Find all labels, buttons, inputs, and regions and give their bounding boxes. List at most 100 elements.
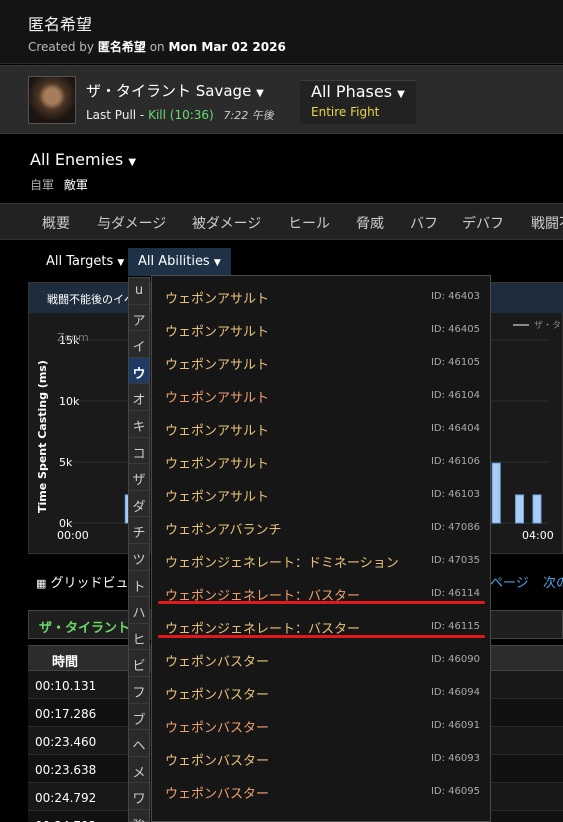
report-author[interactable]: 匿名希望 xyxy=(98,40,146,54)
caret-down-icon: ▼ xyxy=(213,258,221,268)
caret-down-icon: ▼ xyxy=(256,88,264,99)
last-pull: Last Pull - Kill (10:36) 7:22 午後 xyxy=(86,107,274,123)
tab-healing[interactable]: ヒール xyxy=(288,213,330,233)
ability-option[interactable]: ウェポンバスター ID: 46093 xyxy=(152,740,490,773)
y-tick-label: 10k xyxy=(59,395,80,408)
letter-index-item[interactable]: チ xyxy=(129,517,149,544)
grid-view-label: グリッドビュ xyxy=(50,576,129,591)
ability-id: ID: 46095 xyxy=(430,786,480,797)
grid-icon: ▦ xyxy=(36,577,47,590)
caret-down-icon: ▼ xyxy=(117,258,125,268)
tab-deaths[interactable]: 戦闘不 xyxy=(531,213,563,233)
report-header: 匿名希望 Created by 匿名希望 on Mon Mar 02 2026 xyxy=(0,0,563,64)
ability-id: ID: 46104 xyxy=(430,390,480,401)
enemies-selector[interactable]: All Enemies ▼ xyxy=(30,150,136,169)
ability-name: ウェポンジェネレート：ドミネーション xyxy=(165,556,399,571)
letter-index-item[interactable]: ザ xyxy=(129,464,149,491)
ability-option[interactable]: ウェポンジェネレート：ドミネーション ID: 47035 xyxy=(152,542,490,575)
ability-option[interactable]: ウェポンアサルト ID: 46403 xyxy=(152,278,490,311)
boss-selector[interactable]: ザ・タイラント Savage ▼ xyxy=(86,80,264,101)
ability-name: ウェポンバスター xyxy=(165,655,270,670)
pull-prefix: Last Pull - xyxy=(86,108,149,122)
letter-index-item[interactable]: ハ xyxy=(129,597,149,624)
ability-option[interactable]: ウェポンアサルト ID: 46105 xyxy=(152,344,490,377)
boss-name: ザ・タイラント Savage xyxy=(86,82,252,100)
ability-name: ウェポンバスター xyxy=(165,754,270,769)
letter-index-item[interactable]: フ xyxy=(129,677,149,704)
ability-option[interactable]: ウェポンアサルト ID: 46404 xyxy=(152,410,490,443)
tab-debuffs[interactable]: デバフ xyxy=(462,213,504,233)
letter-index-item[interactable]: 強 xyxy=(129,810,149,822)
tab-summary[interactable]: 概要 xyxy=(42,213,70,233)
ability-id: ID: 46115 xyxy=(430,621,480,632)
ability-id: ID: 46094 xyxy=(430,687,480,698)
report-date: Mon Mar 02 2026 xyxy=(168,40,286,54)
letter-index-item[interactable]: メ xyxy=(129,757,149,784)
ability-option[interactable]: ウェポンバスター ID: 46090 xyxy=(152,641,490,674)
letter-index-item[interactable]: オ xyxy=(129,384,149,411)
created-prefix: Created by xyxy=(28,40,95,54)
letter-index-item[interactable]: イ xyxy=(129,331,149,358)
abilities-label: All Abilities xyxy=(138,254,210,269)
ability-option[interactable]: ウェポンバスター ID: 46094 xyxy=(152,674,490,707)
x-tick-label: 00:00 xyxy=(57,529,89,542)
chart-bar xyxy=(515,494,525,524)
abilities-dropdown: ウェポンアサルト ID: 46403 ウェポンアサルト ID: 46405 ウェポンアサ… xyxy=(151,275,491,822)
ability-id: ID: 46403 xyxy=(430,291,480,302)
letter-index-item[interactable]: ウ xyxy=(129,357,149,385)
letter-index-item[interactable]: ツ xyxy=(129,544,149,571)
letter-index-item[interactable]: ビ xyxy=(129,650,149,677)
on-text: on xyxy=(149,40,165,54)
boss-portrait xyxy=(28,76,76,124)
letter-index: uアイウオキコザダチツトハヒビフブヘメワ強 xyxy=(128,277,150,822)
ability-name: ウェポンアサルト xyxy=(165,391,270,406)
tab-damage-done[interactable]: 与ダメージ xyxy=(97,213,166,233)
grid-view-toggle[interactable]: ▦ グリッドビュ xyxy=(36,572,129,591)
page-link[interactable]: ページ xyxy=(490,572,529,591)
ability-id: ID: 47035 xyxy=(430,555,480,566)
letter-index-item[interactable]: ワ xyxy=(129,783,149,810)
letter-index-item[interactable]: u xyxy=(129,278,149,305)
chart-bar xyxy=(532,494,542,524)
targets-label: All Targets xyxy=(46,254,114,269)
abilities-filter[interactable]: All Abilities ▼ xyxy=(128,248,231,276)
enemies-label: All Enemies xyxy=(30,150,124,169)
chart-title: 戦闘不能後のイベ xyxy=(47,293,135,306)
phase-selector[interactable]: All Phases ▼ Entire Fight xyxy=(300,80,416,124)
report-subtitle: Created by 匿名希望 on Mon Mar 02 2026 xyxy=(28,38,286,55)
zoom-label: Zoom xyxy=(57,331,89,344)
ability-id: ID: 46114 xyxy=(430,588,480,599)
letter-index-item[interactable]: キ xyxy=(129,411,149,438)
ability-option[interactable]: ウェポンバスター ID: 46091 xyxy=(152,707,490,740)
y-axis-label: Time Spent Casting (ms) xyxy=(36,360,49,513)
ability-option[interactable]: ウェポンアサルト ID: 46103 xyxy=(152,476,490,509)
tab-buffs[interactable]: バフ xyxy=(410,213,438,233)
ability-option[interactable]: ウェポンバスター ID: 46095 xyxy=(152,773,490,806)
tab-damage-taken[interactable]: 被ダメージ xyxy=(192,213,261,233)
hostile-toggle[interactable]: 敵軍 xyxy=(64,178,88,192)
phase-subtitle: Entire Fight xyxy=(311,105,380,119)
letter-index-item[interactable]: ブ xyxy=(129,704,149,731)
letter-index-item[interactable]: ト xyxy=(129,571,149,598)
ability-option[interactable]: ウェポンアサルト ID: 46405 xyxy=(152,311,490,344)
ability-option[interactable]: ウェポンアサルト ID: 46106 xyxy=(152,443,490,476)
friendly-toggle[interactable]: 自軍 xyxy=(30,178,54,192)
phase-label: All Phases xyxy=(311,82,393,101)
letter-index-item[interactable]: ダ xyxy=(129,491,149,518)
letter-index-item[interactable]: ヒ xyxy=(129,624,149,651)
caret-down-icon: ▼ xyxy=(128,157,137,168)
tab-threat[interactable]: 脅威 xyxy=(356,213,384,233)
letter-index-item[interactable]: ヘ xyxy=(129,730,149,757)
x-tick-label: 04:00 xyxy=(522,529,554,542)
letter-index-item[interactable]: ア xyxy=(129,305,149,332)
ability-name: ウェポンアサルト xyxy=(165,325,270,340)
ability-option[interactable]: ウェポンアサルト ID: 46104 xyxy=(152,377,490,410)
ability-option[interactable]: ウェポンアバランチ ID: 47086 xyxy=(152,509,490,542)
next-page-link[interactable]: 次の xyxy=(543,572,563,591)
letter-index-item[interactable]: コ xyxy=(129,438,149,465)
legend-label: ザ・タ xyxy=(534,320,561,331)
fight-bar: ザ・タイラント Savage ▼ Last Pull - Kill (10:36… xyxy=(0,65,563,134)
chart-bar xyxy=(491,462,501,524)
side-toggle: 自軍 敵軍 xyxy=(30,176,88,193)
targets-filter[interactable]: All Targets ▼ xyxy=(36,248,134,276)
